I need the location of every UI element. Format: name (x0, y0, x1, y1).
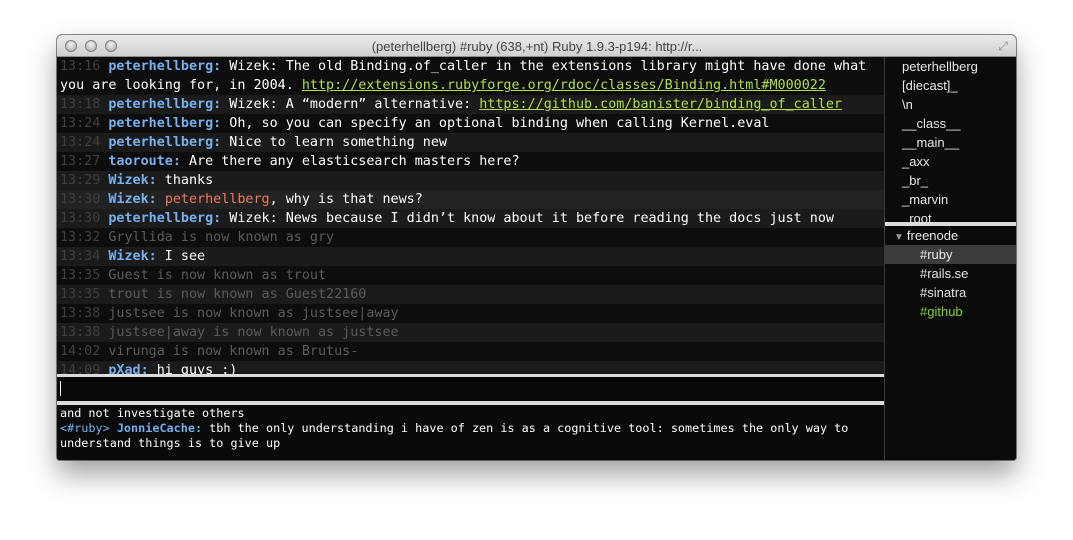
message-text: thanks (156, 173, 214, 188)
event-text: Gryllida is now known as gry (108, 230, 335, 245)
server-tree[interactable]: ▼ freenode #ruby #rails.se #sinatra #github (885, 226, 1016, 321)
channel-item[interactable]: #github (885, 302, 1016, 321)
channel-item[interactable]: #sinatra (885, 283, 1016, 302)
event-row: 13:32 Gryllida is now known as gry (57, 228, 884, 247)
user-list-item[interactable]: __class__ (885, 114, 1016, 133)
event-text: justsee is now known as justsee|away (108, 306, 399, 321)
user-list-item[interactable]: _br_ (885, 171, 1016, 190)
minimize-button[interactable] (85, 40, 97, 52)
user-list-item[interactable]: peterhellberg (885, 57, 1016, 76)
event-row: 13:38 justsee is now known as justsee|aw… (57, 304, 884, 323)
console-text: and not investigate others (60, 406, 245, 420)
mentioned-nick[interactable]: peterhellberg (165, 192, 270, 207)
console-channel[interactable]: <#ruby> (60, 421, 110, 435)
user-list-item[interactable]: __main__ (885, 133, 1016, 152)
timestamp: 13:38 (60, 306, 101, 321)
timestamp: 13:27 (60, 154, 101, 169)
event-row: 14:02 virunga is now known as Brutus- (57, 342, 884, 361)
nick-name[interactable]: pXad: (108, 363, 148, 374)
message-text: Are there any elasticsearch masters here… (180, 154, 520, 169)
message-text: Nice to learn something new (221, 135, 447, 150)
timestamp: 13:18 (60, 97, 101, 112)
message-row: 13:30 Wizek: peterhellberg, why is that … (57, 190, 884, 209)
user-list-item[interactable]: _axx (885, 152, 1016, 171)
fullscreen-icon[interactable]: ⤢ (996, 39, 1010, 53)
timestamp: 13:24 (60, 116, 101, 131)
message-row: 13:24 peterhellberg: Oh, so you can spec… (57, 114, 884, 133)
timestamp: 13:29 (60, 173, 101, 188)
user-list-item[interactable]: _marvin (885, 190, 1016, 209)
timestamp: 14:09 (60, 363, 101, 374)
close-button[interactable] (65, 40, 77, 52)
nick-name[interactable]: peterhellberg: (108, 211, 221, 226)
message-row: 13:30 peterhellberg: Wizek: News because… (57, 209, 884, 228)
console-line: and not investigate others (60, 406, 881, 421)
message-text: I see (156, 249, 206, 264)
message-row: 13:18 peterhellberg: Wizek: A “modern” a… (57, 95, 884, 114)
channel-list: #ruby #rails.se #sinatra #github (885, 245, 1016, 321)
message-row: 13:27 taoroute: Are there any elasticsea… (57, 152, 884, 171)
console-line: <#ruby> JonnieCache: tbh the only unders… (60, 421, 881, 451)
event-text: virunga is now known as Brutus- (108, 344, 359, 359)
timestamp: 13:24 (60, 135, 101, 150)
nick-name[interactable]: Wizek: (108, 249, 156, 264)
timestamp: 13:38 (60, 325, 101, 340)
user-list-item[interactable]: _root (885, 209, 1016, 222)
event-text: justsee|away is now known as justsee (108, 325, 399, 340)
message-row: 14:09 pXad: hi guys :) (57, 361, 884, 374)
message-row: 13:24 peterhellberg: Nice to learn somet… (57, 133, 884, 152)
timestamp: 13:35 (60, 287, 101, 302)
message-row: 13:29 Wizek: thanks (57, 171, 884, 190)
text-caret (60, 381, 61, 396)
message-text: Wizek: News because I didn’t know about … (221, 211, 834, 226)
timestamp: 13:30 (60, 192, 101, 207)
user-list-item[interactable]: [diecast]_ (885, 76, 1016, 95)
window-title: (peterhellberg) #ruby (638,+nt) Ruby 1.9… (371, 39, 703, 54)
timestamp: 13:35 (60, 268, 101, 283)
nick-name[interactable]: peterhellberg: (108, 135, 221, 150)
server-name: freenode (906, 228, 959, 243)
chat-log[interactable]: 13:16 peterhellberg: Wizek: The old Bind… (57, 57, 884, 374)
event-row: 13:35 trout is now known as Guest22160 (57, 285, 884, 304)
message-text: Oh, so you can specify an optional bindi… (221, 116, 770, 131)
channel-item[interactable]: #rails.se (885, 264, 1016, 283)
timestamp: 13:16 (60, 59, 101, 74)
disclosure-triangle-icon[interactable]: ▼ (894, 232, 904, 243)
timestamp: 13:30 (60, 211, 101, 226)
nick-name[interactable]: Wizek: (108, 192, 156, 207)
console-log[interactable]: and not investigate others <#ruby> Jonni… (57, 405, 884, 460)
timestamp: 14:02 (60, 344, 101, 359)
user-list[interactable]: peterhellberg [diecast]_ \n __class__ __main… (885, 57, 1016, 222)
irc-window: (peterhellberg) #ruby (638,+nt) Ruby 1.9… (57, 35, 1016, 460)
console-nick[interactable]: JonnieCache: (117, 421, 202, 435)
title-bar: (peterhellberg) #ruby (638,+nt) Ruby 1.9… (57, 35, 1016, 57)
message-row: 13:34 Wizek: I see (57, 247, 884, 266)
timestamp: 13:32 (60, 230, 101, 245)
nick-name[interactable]: Wizek: (108, 173, 156, 188)
nick-name[interactable]: peterhellberg: (108, 97, 221, 112)
nick-name[interactable]: peterhellberg: (108, 59, 221, 74)
event-row: 13:35 Guest is now known as trout (57, 266, 884, 285)
message-link[interactable]: http://extensions.rubyforge.org/rdoc/cla… (302, 78, 826, 93)
user-list-item[interactable]: \n (885, 95, 1016, 114)
event-text: Guest is now known as trout (108, 268, 327, 283)
timestamp: 13:34 (60, 249, 101, 264)
event-row: 13:38 justsee|away is now known as justs… (57, 323, 884, 342)
nick-name[interactable]: taoroute: (108, 154, 181, 169)
message-input[interactable] (57, 377, 884, 401)
message-text: , why is that news? (269, 192, 423, 207)
message-row: 13:16 peterhellberg: Wizek: The old Bind… (57, 57, 884, 95)
channel-item[interactable]: #ruby (885, 245, 1016, 264)
sidebar: peterhellberg [diecast]_ \n __class__ __main… (885, 57, 1016, 460)
event-text: trout is now known as Guest22160 (108, 287, 367, 302)
zoom-button[interactable] (105, 40, 117, 52)
message-text: hi guys :) (148, 363, 238, 374)
server-item-freenode[interactable]: ▼ freenode (885, 226, 1016, 245)
nick-name[interactable]: peterhellberg: (108, 116, 221, 131)
message-link[interactable]: https://github.com/banister/binding_of_c… (479, 97, 842, 112)
message-text: Wizek: A “modern” alternative: (221, 97, 480, 112)
